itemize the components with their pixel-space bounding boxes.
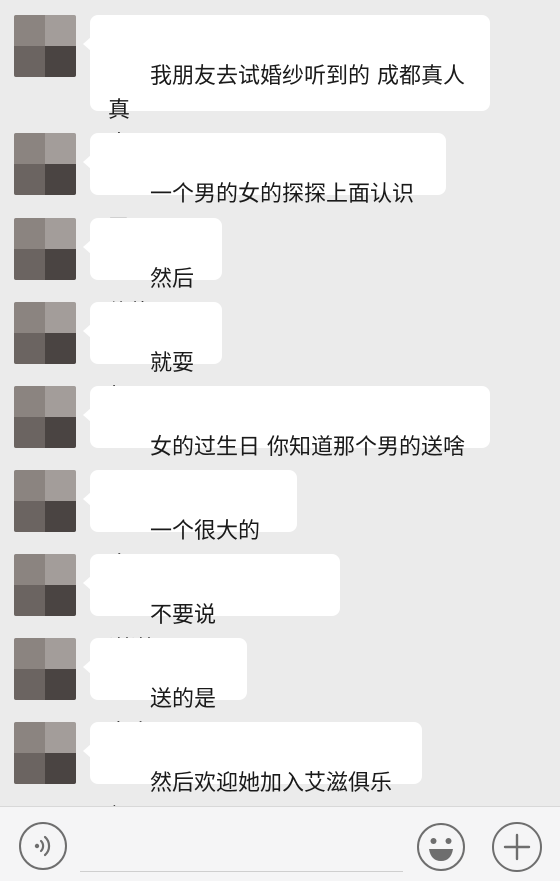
more-button[interactable] bbox=[492, 822, 542, 872]
avatar[interactable] bbox=[14, 218, 76, 280]
message-bubble[interactable]: 一个很大的盒子 bbox=[83, 470, 297, 578]
message-bubble[interactable]: 女的过生日 你知道那个男的送啥不 bbox=[83, 386, 490, 494]
avatar[interactable] bbox=[14, 15, 76, 77]
avatar[interactable] bbox=[14, 554, 76, 616]
avatar[interactable] bbox=[14, 302, 76, 364]
message-bubble[interactable]: 然后欢迎她加入艾滋俱乐部 bbox=[83, 722, 422, 806]
emoji-icon bbox=[417, 823, 465, 871]
message-text: 然后欢迎她加入艾滋俱乐部 bbox=[108, 771, 392, 806]
message-bubble[interactable]: 不要说 谢谢 bbox=[83, 554, 340, 662]
voice-button[interactable] bbox=[19, 822, 67, 870]
message-bubble[interactable]: 然后约炮 bbox=[83, 218, 222, 326]
avatar[interactable] bbox=[14, 386, 76, 448]
avatar[interactable] bbox=[14, 722, 76, 784]
chat-message-list[interactable]: 我朋友去试婚纱听到的 成都真人真 事 一个男的女的探探上面认识了 然后约炮 就耍… bbox=[0, 0, 560, 806]
voice-icon bbox=[34, 835, 51, 857]
message-bubble[interactable]: 就耍起了 bbox=[83, 302, 222, 410]
avatar[interactable] bbox=[14, 470, 76, 532]
avatar[interactable] bbox=[14, 133, 76, 195]
message-bubble[interactable]: 我朋友去试婚纱听到的 成都真人真 事 bbox=[83, 15, 490, 157]
message-input[interactable] bbox=[80, 871, 403, 872]
emoji-button[interactable] bbox=[416, 822, 466, 872]
plus-icon bbox=[503, 833, 531, 861]
message-bubble[interactable]: 一个男的女的探探上面认识了 bbox=[83, 133, 446, 241]
avatar[interactable] bbox=[14, 638, 76, 700]
chat-input-bar bbox=[0, 806, 560, 881]
message-bubble[interactable]: 送的是寿衣 bbox=[83, 638, 247, 746]
